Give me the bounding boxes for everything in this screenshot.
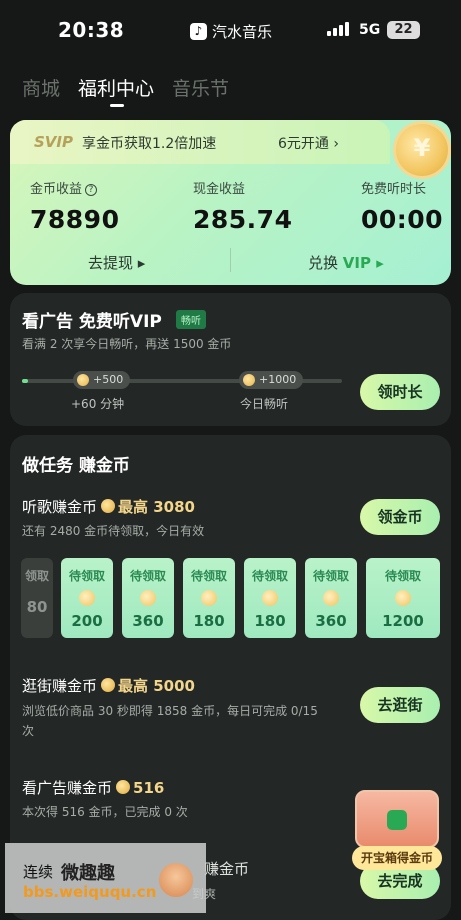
slot-amount: 1200 (382, 612, 424, 630)
free-listen-label: 免费听时长 (361, 182, 427, 197)
help-icon[interactable]: ? (85, 184, 98, 196)
milestone-1-badge: +500 (73, 371, 131, 389)
slot-amount: 360 (315, 612, 347, 630)
coin-icon (116, 780, 131, 794)
exchange-vip-link[interactable]: 兑换 VIP ▸ (308, 252, 384, 273)
coin-icon (101, 499, 116, 513)
treasure-chest-icon[interactable] (355, 790, 439, 848)
gold-coin-icon (396, 124, 448, 176)
reward-slot[interactable]: 待领取 200 (61, 558, 113, 638)
music-note-icon: ♪ (190, 23, 207, 40)
tasks-heading: 做任务 赚金币 (22, 456, 130, 476)
slot-status: 待领取 (129, 569, 166, 583)
slot-amount: 360 (132, 612, 164, 630)
treasure-chest-label[interactable]: 开宝箱得金币 (352, 846, 442, 870)
ad-panel-tag: 畅听 (176, 310, 206, 329)
cash-earnings-label: 现金收益 (193, 182, 246, 197)
cash-earnings: 现金收益 285.74 (193, 178, 292, 234)
reward-slot[interactable]: 待领取 360 (122, 558, 174, 638)
coin-earnings-value: 78890 (30, 205, 120, 234)
status-bar: 20:38 ♪ 汽水音乐 5G 22 (0, 0, 461, 62)
tab-music-festival[interactable]: 音乐节 (172, 74, 229, 101)
milestone-2-badge: +1000 (239, 371, 304, 389)
svip-badge: SVIP (34, 133, 73, 151)
reward-slot[interactable]: 待领取 180 (183, 558, 235, 638)
slot-status: 待领取 (384, 569, 421, 583)
watermark: 连续 微趣趣 bbs.weiququ.cn (5, 843, 206, 913)
ads-task-name: 看广告赚金币 (22, 779, 113, 797)
go-shopping-button[interactable]: 去逛街 (360, 687, 440, 723)
coin-icon (79, 590, 95, 606)
signal-icon (327, 22, 349, 36)
slot-status: 待领取 (190, 569, 227, 583)
shop-task-name: 逛街赚金币 (22, 677, 98, 695)
ads-task-title: 看广告赚金币 516 (22, 777, 164, 798)
slot-status: 待领取 (251, 569, 288, 583)
reward-slot[interactable]: 待领取 360 (305, 558, 357, 638)
tab-welfare-center[interactable]: 福利中心 (78, 74, 154, 107)
reward-slot-claimed[interactable]: 领取 80 (21, 558, 53, 638)
reward-slot[interactable]: 待领取 180 (244, 558, 296, 638)
divider (230, 248, 231, 272)
top-tabs: 商城 福利中心 音乐节 (22, 74, 229, 107)
battery-icon: 22 (387, 21, 420, 39)
bottom-task-title-head: 连续 (23, 863, 54, 881)
watermark-line-1: 微趣趣 (61, 863, 115, 884)
free-listen-value: 00:00 (361, 205, 444, 234)
claim-coins-button[interactable]: 领金币 (360, 499, 440, 535)
shop-task-subtitle-wrap: 次 (22, 724, 35, 738)
music-task-subtitle: 还有 2480 金币待领取，今日有效 (22, 524, 205, 538)
slot-status: 待领取 (312, 569, 349, 583)
ad-progress-fill (22, 379, 29, 383)
ad-panel-subtitle: 看满 2 次享今日畅听，再送 1500 金币 (22, 337, 232, 351)
app-indicator: ♪ 汽水音乐 (190, 21, 272, 42)
watermark-line-2: bbs.weiququ.cn (23, 883, 157, 901)
mascot-icon (159, 863, 193, 897)
coin-icon (101, 678, 116, 692)
svip-open-link[interactable]: 6元开通 › (278, 133, 339, 153)
slot-amount: 180 (254, 612, 286, 630)
earnings-card: SVIP 享金币获取1.2倍加速 6元开通 › 金币收益? 78890 现金收益… (10, 120, 451, 285)
shop-task-subtitle: 浏览低价商品 30 秒即得 1858 金币，每日可完成 0/15 (22, 704, 318, 718)
reward-slot-big[interactable]: 待领取 1200 (366, 558, 440, 638)
coin-icon (262, 590, 278, 606)
exchange-label: 兑换 (308, 254, 339, 272)
withdraw-link[interactable]: 去提现 ▸ (88, 252, 145, 273)
cash-earnings-value: 285.74 (193, 205, 293, 234)
milestone-2-label: 今日畅听 (240, 397, 289, 411)
watch-ad-vip-panel: 看广告 免费听VIP 畅听 看满 2 次享今日畅听，再送 1500 金币 +50… (10, 293, 451, 426)
music-task-title: 听歌赚金币 最高 3080 (22, 496, 195, 517)
shop-task-title: 逛街赚金币 最高 5000 (22, 675, 195, 696)
coin-earnings: 金币收益? 78890 (30, 178, 119, 234)
claim-time-button[interactable]: 领时长 (360, 374, 440, 410)
exchange-vip-text: VIP ▸ (342, 254, 384, 272)
ads-task-subtitle: 本次得 516 金币，已完成 0 次 (22, 805, 188, 819)
milestone-1-label: +60 分钟 (71, 397, 125, 411)
coin-earnings-label: 金币收益 (30, 182, 83, 197)
app-name: 汽水音乐 (212, 23, 273, 41)
free-listen-time: 免费听时长 00:00 (361, 178, 443, 234)
coin-icon (323, 590, 339, 606)
network-type: 5G (359, 22, 381, 38)
svip-banner[interactable]: SVIP 享金币获取1.2倍加速 6元开通 › (10, 120, 390, 164)
music-task-max: 最高 3080 (118, 498, 195, 516)
shop-task-max: 最高 5000 (118, 677, 195, 695)
slot-status: 领取 (24, 569, 49, 583)
slot-amount: 200 (71, 612, 103, 630)
coin-icon (201, 590, 217, 606)
music-task-name: 听歌赚金币 (22, 498, 98, 516)
coin-icon (395, 590, 411, 606)
tab-mall[interactable]: 商城 (22, 74, 60, 101)
ad-panel-title: 看广告 免费听VIP (22, 312, 162, 332)
svip-boost-text: 享金币获取1.2倍加速 (82, 136, 217, 152)
bottom-task-title-tail: 赚金币 (204, 860, 250, 878)
slot-status: 待领取 (68, 569, 105, 583)
slot-amount: 180 (193, 612, 225, 630)
slot-amount: 80 (26, 598, 48, 616)
ads-task-reward: 516 (133, 779, 165, 797)
clock: 20:38 (58, 18, 125, 42)
coin-icon (140, 590, 156, 606)
